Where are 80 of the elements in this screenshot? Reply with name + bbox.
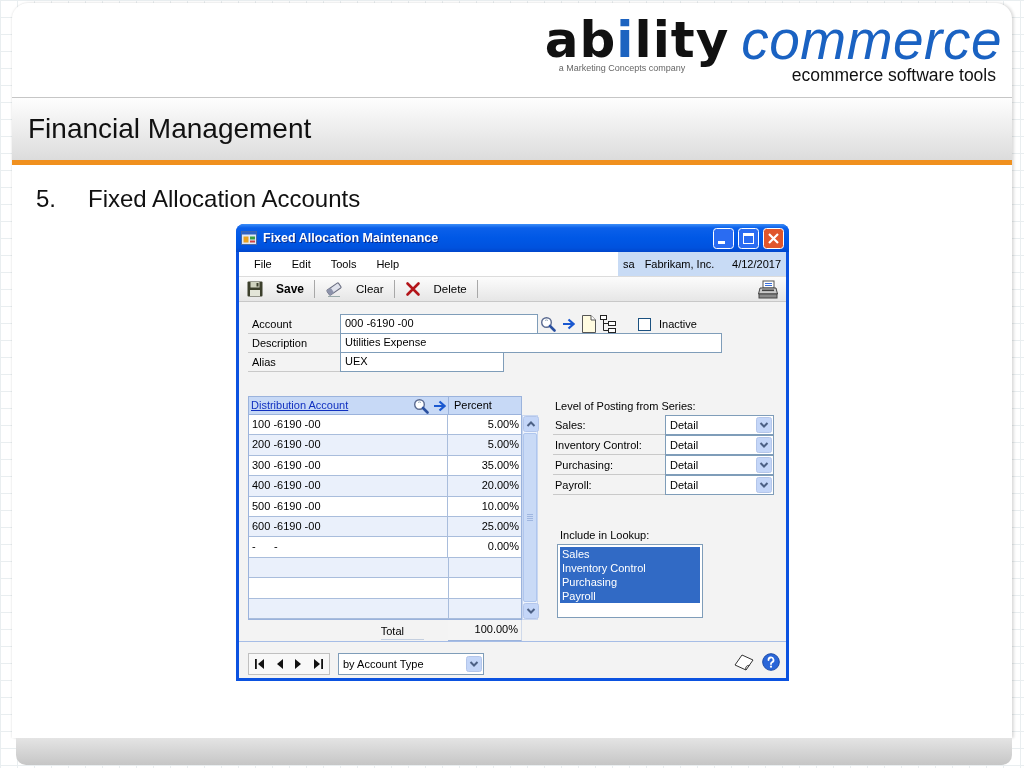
save-button[interactable]: Save xyxy=(243,278,309,300)
document-icon[interactable] xyxy=(581,315,597,333)
dropdown-field[interactable]: Detail xyxy=(665,455,774,475)
column-header-link[interactable]: Distribution Account xyxy=(251,399,349,412)
menu-item[interactable]: Help xyxy=(366,252,409,276)
menu-item[interactable]: Edit xyxy=(281,252,321,276)
step-number: 5. xyxy=(35,185,57,213)
slide-title: Financial Management xyxy=(28,113,312,145)
table-cell[interactable]: 200 -6190 -00 xyxy=(249,435,449,455)
help-icon[interactable] xyxy=(762,653,780,671)
note-icon[interactable] xyxy=(734,653,754,671)
table-cell[interactable]: 35.00% xyxy=(448,455,521,476)
grip-icon xyxy=(527,513,533,521)
section-label: Level of Posting from Series: xyxy=(554,399,697,414)
close-icon[interactable] xyxy=(763,227,784,249)
minimize-icon[interactable] xyxy=(713,227,734,249)
dropdown-field[interactable]: Detail xyxy=(665,415,774,435)
table-cell[interactable]: 5.00% xyxy=(448,415,521,435)
table-cell[interactable]: 25.00% xyxy=(448,516,521,537)
dropdown-field[interactable]: Detail xyxy=(665,475,774,495)
skip-start-icon[interactable] xyxy=(255,659,265,669)
table-cell[interactable]: 600 -6190 -00 xyxy=(249,516,449,537)
user-name: sa xyxy=(623,257,635,271)
window-title: Fixed Allocation Maintenance xyxy=(263,230,439,246)
menu-item[interactable]: Tools xyxy=(320,252,367,276)
table-cell[interactable]: 10.00% xyxy=(448,496,521,516)
tree-icon[interactable] xyxy=(599,315,617,333)
table-cell[interactable]: 300 -6190 -00 xyxy=(249,455,449,476)
record-navigator[interactable] xyxy=(248,653,330,675)
step-title: Fixed Allocation Accounts xyxy=(88,185,361,213)
printer-icon[interactable] xyxy=(758,279,778,299)
scroll-up-icon[interactable] xyxy=(523,416,539,432)
table-cell[interactable]: 20.00% xyxy=(448,476,521,496)
table-cell[interactable]: 100 -6190 -00 xyxy=(249,415,449,435)
logo-tagline: a Marketing Concepts company xyxy=(558,63,686,73)
search-icon[interactable] xyxy=(413,397,429,414)
table-cell[interactable]: 500 -6190 -00 xyxy=(249,496,449,516)
chevron-down-icon xyxy=(756,437,772,453)
dropdown-field[interactable]: by Account Type xyxy=(338,653,484,675)
table-cell[interactable]: 0.00% xyxy=(448,537,521,557)
column-header: Percent xyxy=(453,398,492,413)
triangle-left-icon[interactable] xyxy=(276,659,283,669)
scroll-thumb[interactable] xyxy=(523,433,537,602)
app-icon xyxy=(241,230,257,246)
total-field: 100.00% xyxy=(448,619,522,641)
chevron-down-icon xyxy=(756,477,772,493)
chevron-down-icon xyxy=(756,457,772,473)
maximize-icon[interactable] xyxy=(738,227,759,249)
skip-end-icon[interactable] xyxy=(313,659,323,669)
table-cell[interactable]: 400 -6190 -00 xyxy=(249,476,449,496)
input-field[interactable]: Utilities Expense xyxy=(340,333,722,353)
cross-icon xyxy=(404,281,421,297)
chevron-down-icon xyxy=(466,656,482,672)
arrow-icon[interactable] xyxy=(562,318,575,330)
delete-button[interactable]: Delete xyxy=(400,278,471,300)
total-label: Total xyxy=(380,624,424,640)
scrollbar[interactable] xyxy=(522,415,538,620)
checkbox[interactable] xyxy=(638,317,651,331)
triangle-right-icon[interactable] xyxy=(295,659,302,669)
company-name: Fabrikam, Inc. xyxy=(644,257,715,271)
table-cell[interactable]: 5.00% xyxy=(448,435,521,455)
logo-subtitle: ecommerce software tools xyxy=(791,65,996,85)
scroll-down-icon[interactable] xyxy=(523,602,539,619)
search-icon[interactable] xyxy=(540,316,556,332)
list-item[interactable]: Purchasing xyxy=(560,575,700,589)
session-date: 4/12/2017 xyxy=(732,257,781,271)
logo-product-name: commerce xyxy=(741,17,1002,63)
menu-item[interactable]: File xyxy=(244,252,282,276)
list-item[interactable]: Sales xyxy=(560,547,700,561)
dropdown-field[interactable]: Detail xyxy=(665,435,774,455)
input-field[interactable]: UEX xyxy=(340,352,504,372)
table-cell[interactable]: - - xyxy=(249,537,449,557)
arrow-icon[interactable] xyxy=(433,399,446,412)
list-item[interactable]: Payroll xyxy=(560,589,700,603)
chevron-down-icon xyxy=(756,417,772,433)
list-item[interactable]: Inventory Control xyxy=(560,561,700,575)
clear-button[interactable]: Clear xyxy=(321,278,388,300)
checkbox-label[interactable]: Inactive xyxy=(659,317,697,331)
input-field[interactable]: 000 -6190 -00 xyxy=(340,314,538,334)
section-label: Include in Lookup: xyxy=(559,529,651,543)
